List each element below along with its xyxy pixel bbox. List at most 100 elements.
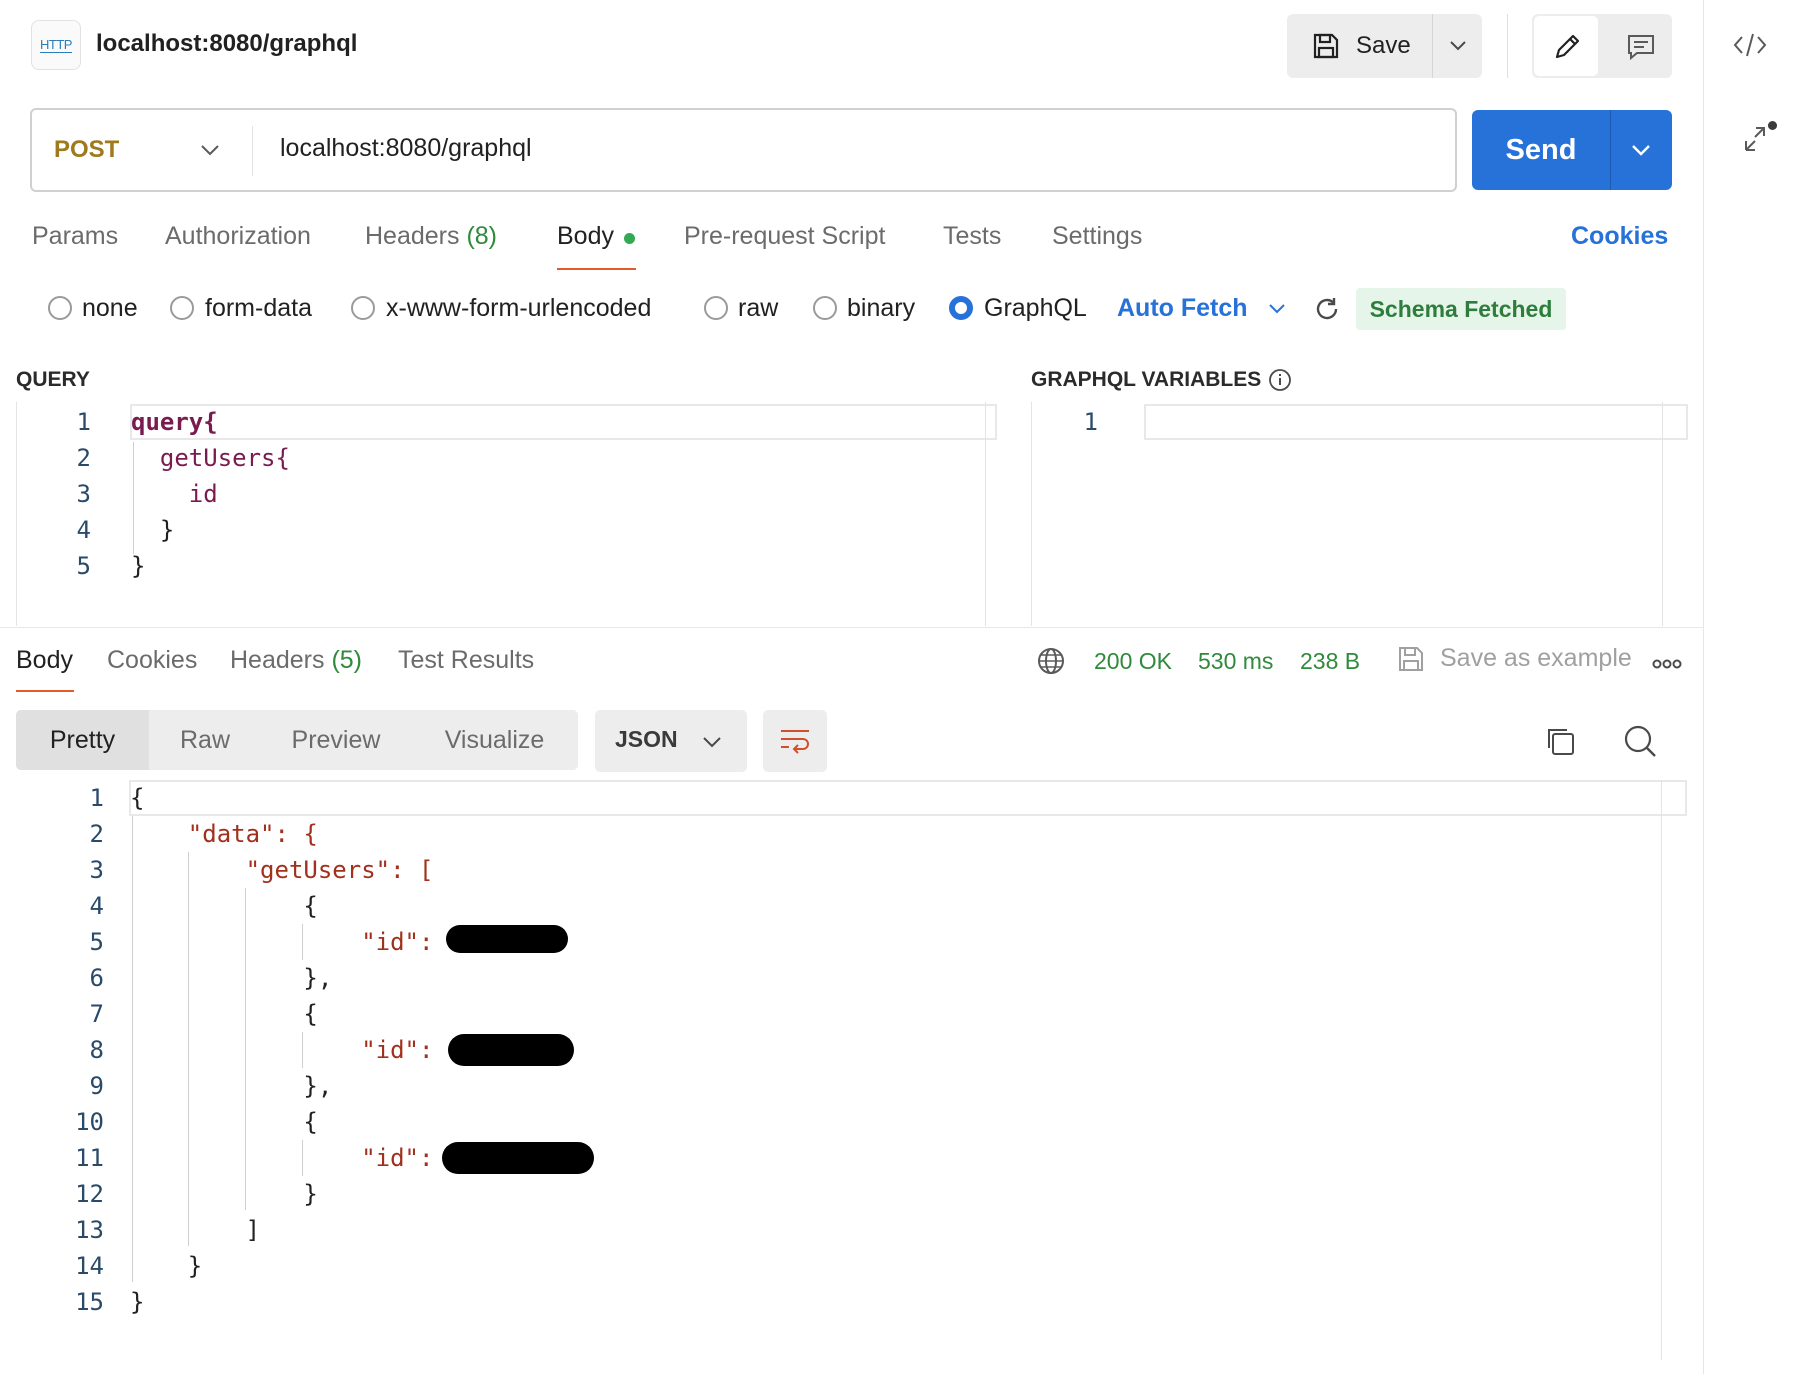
scrollbar[interactable]	[985, 402, 986, 626]
save-button[interactable]: Save	[1287, 14, 1432, 78]
tab-params[interactable]: Params	[32, 222, 118, 251]
info-icon[interactable]	[1268, 368, 1292, 392]
comments-button[interactable]	[1612, 16, 1670, 76]
format-label: JSON	[615, 726, 678, 752]
line-number: 10	[75, 1108, 104, 1136]
radio-graphql[interactable]	[949, 296, 973, 320]
search-icon[interactable]	[1623, 724, 1657, 758]
request-tabs: Params Authorization Headers (8) Body Pr…	[0, 220, 1703, 272]
line-number: 7	[89, 1000, 104, 1028]
chevron-down-icon	[1632, 145, 1650, 156]
line-number: 5	[89, 928, 104, 956]
request-header: HTTP localhost:8080/graphql Save	[0, 0, 1703, 92]
line-number: 5	[76, 552, 91, 580]
send-options-button[interactable]	[1611, 110, 1672, 190]
line-number: 13	[75, 1216, 104, 1244]
header-count: (8)	[466, 222, 498, 250]
mode-toggle	[1532, 14, 1672, 78]
notification-dot	[1768, 121, 1777, 130]
line-number: 1	[76, 408, 91, 436]
view-visualize[interactable]: Visualize	[411, 710, 578, 770]
format-select[interactable]: JSON	[595, 710, 747, 772]
active-tab-underline	[16, 690, 74, 692]
tab-test-results[interactable]: Test Results	[398, 646, 534, 675]
tab-headers[interactable]: Headers (8)	[365, 222, 497, 251]
active-line-highlight	[129, 780, 1687, 816]
line-number: 11	[75, 1144, 104, 1172]
code-line: }	[131, 552, 146, 580]
line-number: 2	[89, 820, 104, 848]
radio-raw[interactable]	[704, 296, 728, 320]
json-line: }	[130, 1180, 318, 1208]
refresh-icon[interactable]	[1313, 295, 1341, 323]
line-number: 4	[89, 892, 104, 920]
send-button[interactable]: Send	[1472, 110, 1610, 190]
view-raw[interactable]: Raw	[149, 710, 261, 770]
pencil-icon	[1555, 34, 1580, 59]
globe-icon[interactable]	[1036, 646, 1066, 676]
copy-icon[interactable]	[1543, 724, 1577, 758]
body-type-selector: none form-data x-www-form-urlencoded raw…	[0, 288, 1703, 332]
more-options-icon[interactable]	[1652, 658, 1682, 670]
cookies-link[interactable]: Cookies	[1571, 222, 1668, 251]
edit-mode-button[interactable]	[1534, 16, 1598, 76]
tab-settings[interactable]: Settings	[1052, 222, 1142, 251]
json-line: "id":	[130, 928, 448, 956]
word-wrap-button[interactable]	[763, 710, 827, 772]
line-number: 9	[89, 1072, 104, 1100]
json-line: },	[130, 1072, 333, 1100]
radio-urlencoded[interactable]	[351, 296, 375, 320]
tab-response-headers[interactable]: Headers (5)	[230, 646, 362, 675]
save-icon	[1313, 33, 1339, 59]
request-title[interactable]: localhost:8080/graphql	[96, 30, 357, 58]
url-input[interactable]: localhost:8080/graphql	[280, 134, 532, 163]
scrollbar[interactable]	[1661, 780, 1662, 1360]
json-line-text: "getUsers": [	[130, 856, 434, 884]
tab-response-body[interactable]: Body	[16, 646, 73, 675]
radio-form-data[interactable]	[170, 296, 194, 320]
radio-label: form-data	[205, 294, 312, 322]
query-editor[interactable]: 1 2 3 4 5 query{ getUsers{ id } }	[16, 402, 1013, 626]
radio-none[interactable]	[48, 296, 72, 320]
save-label: Save	[1356, 32, 1411, 59]
response-time[interactable]: 530 ms	[1198, 648, 1273, 675]
json-line-text: "data": {	[130, 820, 318, 848]
radio-binary[interactable]	[813, 296, 837, 320]
view-preview[interactable]: Preview	[261, 710, 411, 770]
chevron-down-icon[interactable]	[200, 142, 220, 158]
response-viewer[interactable]: 1 2 3 4 5 6 7 8 9 10 11 12 13 14 15 { "d…	[16, 780, 1687, 1360]
save-example-icon	[1399, 647, 1423, 671]
query-label: QUERY	[16, 368, 90, 391]
tab-body[interactable]: Body	[557, 222, 614, 251]
view-pretty[interactable]: Pretty	[16, 710, 149, 770]
line-number: 15	[75, 1288, 104, 1316]
line-number: 2	[76, 444, 91, 472]
tab-pre-request-script[interactable]: Pre-request Script	[684, 222, 885, 251]
variables-editor[interactable]: 1	[1031, 402, 1688, 626]
auto-fetch-toggle[interactable]: Auto Fetch	[1117, 294, 1248, 323]
divider	[1507, 14, 1508, 78]
expand-icon[interactable]	[1742, 124, 1768, 154]
save-options-button[interactable]	[1433, 14, 1482, 78]
redacted-value	[446, 925, 568, 953]
chevron-down-icon	[703, 737, 721, 748]
chevron-down-icon[interactable]	[1268, 302, 1286, 316]
scrollbar[interactable]	[1662, 402, 1663, 626]
radio-label: raw	[738, 294, 779, 322]
tab-tests[interactable]: Tests	[943, 222, 1001, 251]
status-code[interactable]: 200 OK	[1094, 648, 1172, 675]
method-select[interactable]: POST	[54, 136, 119, 164]
line-number: 3	[76, 480, 91, 508]
code-icon[interactable]	[1732, 30, 1768, 60]
line-number: 3	[89, 856, 104, 884]
code-line: }	[131, 516, 175, 544]
header-count: (5)	[331, 646, 363, 674]
tab-response-cookies[interactable]: Cookies	[107, 646, 197, 675]
pane-divider[interactable]	[0, 627, 1703, 628]
save-as-example-button[interactable]: Save as example	[1440, 644, 1632, 673]
json-line: {	[130, 892, 318, 920]
redacted-value	[442, 1142, 594, 1174]
tab-authorization[interactable]: Authorization	[165, 222, 311, 251]
right-sidebar	[1703, 0, 1793, 1374]
response-size[interactable]: 238 B	[1300, 648, 1360, 675]
